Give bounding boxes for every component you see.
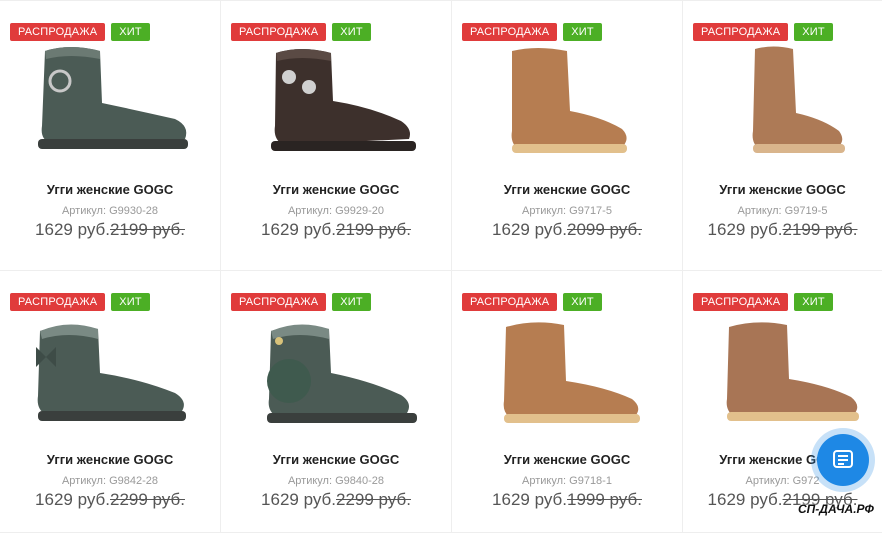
price: 1629 руб.2199 руб.	[0, 220, 220, 240]
old-price: 2199 руб.	[782, 220, 858, 239]
price: 1629 руб.1999 руб.	[452, 490, 682, 510]
old-price: 2299 руб.	[336, 490, 411, 509]
sale-badge: РАСПРОДАЖА	[462, 23, 558, 41]
old-price: 2199 руб.	[336, 220, 411, 239]
product-title[interactable]: Угги женские GOGC	[0, 452, 220, 467]
product-card[interactable]: РАСПРОДАЖА ХИТ Угги женские GOGC Артикул…	[0, 271, 221, 533]
badges: РАСПРОДАЖА ХИТ	[462, 23, 602, 41]
old-price: 2099 руб.	[567, 220, 642, 239]
product-card[interactable]: РАСПРОДАЖА ХИТ Угги женские GOGC Артикул…	[683, 271, 882, 533]
product-card[interactable]: РАСПРОДАЖА ХИТ Угги женские GOGC Артикул…	[683, 1, 882, 271]
product-image[interactable]	[10, 311, 200, 436]
badges: РАСПРОДАЖА ХИТ	[462, 293, 602, 311]
current-price: 1629 руб.	[261, 220, 336, 239]
chat-button[interactable]	[817, 434, 869, 486]
hit-badge: ХИТ	[563, 23, 602, 41]
sale-badge: РАСПРОДАЖА	[462, 293, 558, 311]
sale-badge: РАСПРОДАЖА	[10, 293, 106, 311]
old-price: 2299 руб.	[110, 490, 185, 509]
hit-badge: ХИТ	[563, 293, 602, 311]
price: 1629 руб.2199 руб.	[683, 220, 882, 240]
hit-badge: ХИТ	[794, 293, 833, 311]
product-image[interactable]	[462, 41, 652, 166]
product-image[interactable]	[462, 311, 652, 436]
price: 1629 руб.2299 руб.	[221, 490, 451, 510]
product-sku: Артикул: G9840-28	[287, 475, 385, 487]
hit-badge: ХИТ	[332, 293, 371, 311]
badges: РАСПРОДАЖА ХИТ	[10, 293, 150, 311]
product-card[interactable]: РАСПРОДАЖА ХИТ Угги женские GOGC Артикул…	[221, 271, 452, 533]
current-price: 1629 руб.	[492, 220, 567, 239]
current-price: 1629 руб.	[261, 490, 336, 509]
current-price: 1629 руб.	[35, 490, 110, 509]
product-sku: Артикул: G9929-20	[287, 205, 385, 217]
product-title[interactable]: Угги женские GOGC	[683, 182, 882, 197]
sale-badge: РАСПРОДАЖА	[231, 293, 327, 311]
product-card[interactable]: РАСПРОДАЖА ХИТ Угги женские GOGC Артикул…	[452, 1, 683, 271]
current-price: 1629 руб.	[35, 220, 110, 239]
hit-badge: ХИТ	[111, 293, 150, 311]
hit-badge: ХИТ	[794, 23, 833, 41]
product-title[interactable]: Угги женские GOGC	[221, 182, 451, 197]
sale-badge: РАСПРОДАЖА	[693, 23, 789, 41]
sale-badge: РАСПРОДАЖА	[693, 293, 789, 311]
product-image[interactable]	[231, 311, 421, 436]
current-price: 1629 руб.	[707, 490, 783, 509]
product-card[interactable]: РАСПРОДАЖА ХИТ Угги женские GOGC Артикул…	[0, 1, 221, 271]
badges: РАСПРОДАЖА ХИТ	[231, 23, 371, 41]
hit-badge: ХИТ	[111, 23, 150, 41]
product-sku: Артикул: G9842-28	[61, 475, 159, 487]
hit-badge: ХИТ	[332, 23, 371, 41]
product-card[interactable]: РАСПРОДАЖА ХИТ Угги женские GOGC Артикул…	[452, 271, 683, 533]
product-card[interactable]: РАСПРОДАЖА ХИТ Угги женские GOGC Артикул…	[221, 1, 452, 271]
product-sku: Артикул: G9718-1	[522, 475, 612, 487]
product-sku: Артикул: G9719-5	[737, 205, 828, 217]
current-price: 1629 руб.	[707, 220, 783, 239]
product-sku: Артикул: G9717-5	[522, 205, 612, 217]
product-image[interactable]	[693, 311, 882, 436]
product-sku: Артикул: G9930-28	[61, 205, 159, 217]
product-image[interactable]	[693, 41, 882, 166]
price: 1629 руб.2199 руб.	[221, 220, 451, 240]
badges: РАСПРОДАЖА ХИТ	[693, 23, 833, 41]
watermark: СП-ДАЧА.РФ	[798, 502, 874, 516]
price: 1629 руб.2099 руб.	[452, 220, 682, 240]
sale-badge: РАСПРОДАЖА	[10, 23, 106, 41]
product-title[interactable]: Угги женские GOGC	[452, 452, 682, 467]
old-price: 2199 руб.	[110, 220, 185, 239]
old-price: 1999 руб.	[567, 490, 642, 509]
product-title[interactable]: Угги женские GOGC	[0, 182, 220, 197]
sale-badge: РАСПРОДАЖА	[231, 23, 327, 41]
product-title[interactable]: Угги женские GOGC	[221, 452, 451, 467]
product-image[interactable]	[231, 41, 421, 166]
product-title[interactable]: Угги женские GOGC	[452, 182, 682, 197]
chat-icon	[833, 450, 853, 468]
badges: РАСПРОДАЖА ХИТ	[693, 293, 833, 311]
product-grid: РАСПРОДАЖА ХИТ Угги женские GOGC Артикул…	[0, 0, 882, 533]
current-price: 1629 руб.	[492, 490, 567, 509]
badges: РАСПРОДАЖА ХИТ	[10, 23, 150, 41]
product-image[interactable]	[10, 41, 200, 166]
price: 1629 руб.2299 руб.	[0, 490, 220, 510]
badges: РАСПРОДАЖА ХИТ	[231, 293, 371, 311]
